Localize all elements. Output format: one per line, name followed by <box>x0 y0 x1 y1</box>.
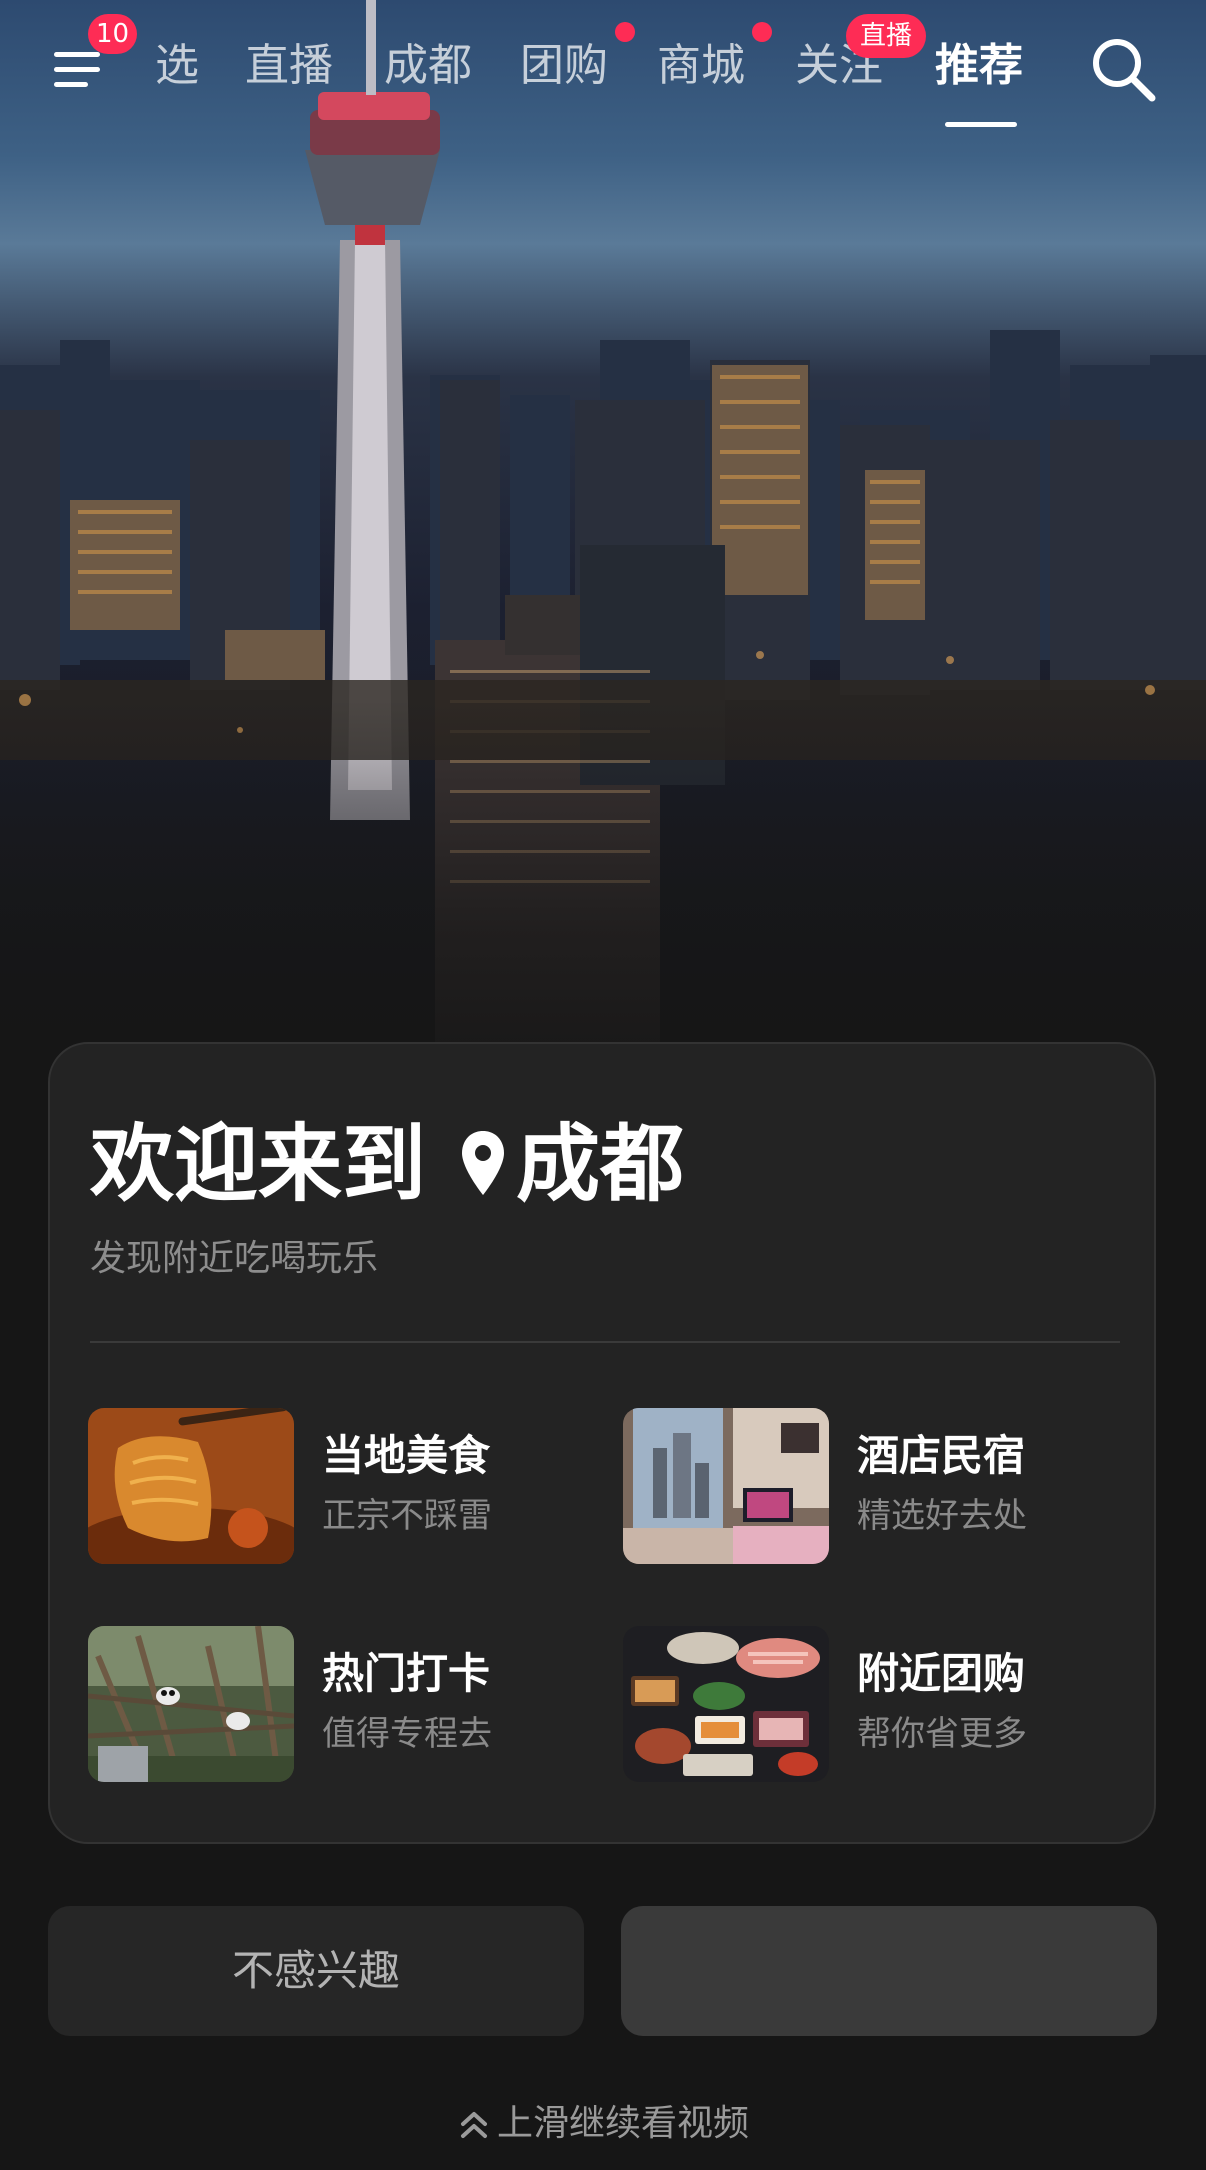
welcome-title-prefix: 欢迎来到 <box>90 1115 427 1213</box>
groupbuy-thumbnail <box>623 1626 829 1782</box>
tab-recommend[interactable]: 推荐 <box>935 36 1023 96</box>
tile-nearby-group-buy[interactable]: 附近团购 帮你省更多 <box>623 1626 1143 1786</box>
tab-live[interactable]: 直播 <box>245 36 333 96</box>
welcome-card: 欢迎来到 成都 发现附近吃喝玩乐 当地美食 正宗不踩雷 酒店民宿 精选好去处 热… <box>48 1042 1156 1844</box>
tab-chengdu[interactable]: 成都 <box>384 36 472 96</box>
primary-action-button[interactable] <box>621 1906 1157 2036</box>
city-name[interactable]: 成都 <box>516 1114 684 1214</box>
tab-selected[interactable]: 选 <box>155 36 199 96</box>
tile-title: 附近团购 <box>857 1649 1026 1698</box>
group-buy-red-dot <box>615 22 635 42</box>
tile-local-food[interactable]: 当地美食 正宗不踩雷 <box>88 1408 608 1568</box>
location-pin-icon <box>462 1131 505 1195</box>
welcome-subtitle: 发现附近吃喝玩乐 <box>90 1238 379 1279</box>
mall-red-dot <box>752 22 772 42</box>
tile-subtitle: 帮你省更多 <box>857 1714 1027 1754</box>
tile-title: 当地美食 <box>322 1431 491 1480</box>
tile-subtitle: 正宗不踩雷 <box>322 1496 492 1536</box>
tile-title: 酒店民宿 <box>857 1431 1026 1480</box>
panda-thumbnail <box>88 1626 294 1782</box>
welcome-title: 欢迎来到 成都 <box>90 1114 684 1214</box>
hotel-thumbnail <box>623 1408 829 1564</box>
tile-title: 热门打卡 <box>322 1649 491 1698</box>
card-divider <box>90 1341 1120 1343</box>
hero-city-image <box>0 0 1206 1110</box>
tile-hotel[interactable]: 酒店民宿 精选好去处 <box>623 1408 1143 1568</box>
swipe-up-hint[interactable]: 上滑继续看视频 <box>0 2098 1206 2150</box>
swipe-up-hint-text: 上滑继续看视频 <box>496 2103 749 2144</box>
tile-subtitle: 值得专程去 <box>322 1714 492 1754</box>
search-icon[interactable] <box>1088 34 1158 104</box>
tile-hot-spots[interactable]: 热门打卡 值得专程去 <box>88 1626 608 1786</box>
tab-mall[interactable]: 商城 <box>657 36 745 96</box>
top-navigation: 10 选 直播 成都 团购 商城 关注 直播 推荐 <box>0 0 1206 140</box>
live-badge: 直播 <box>846 14 926 58</box>
not-interested-button[interactable]: 不感兴趣 <box>48 1906 584 2036</box>
menu-notification-badge: 10 <box>88 14 138 54</box>
double-chevron-up-icon <box>460 2112 487 2138</box>
tile-subtitle: 精选好去处 <box>857 1496 1027 1536</box>
food-thumbnail <box>88 1408 294 1564</box>
active-tab-indicator <box>945 122 1017 127</box>
tab-group-buy[interactable]: 团购 <box>520 36 608 96</box>
